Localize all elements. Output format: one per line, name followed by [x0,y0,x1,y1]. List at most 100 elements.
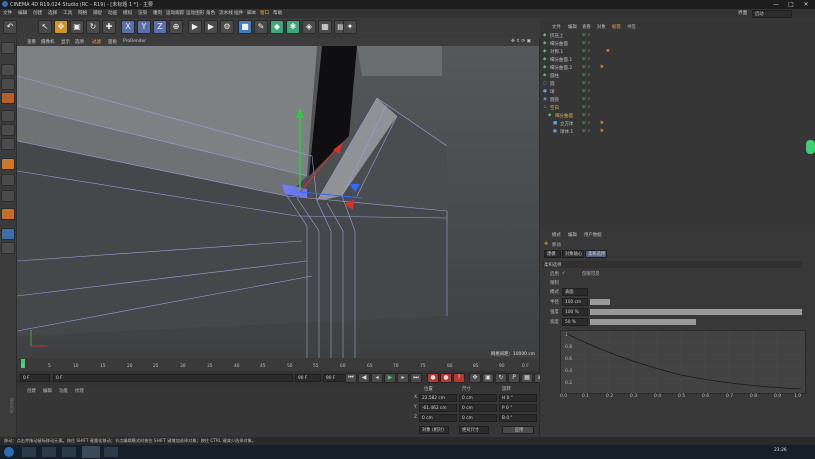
material-menu-edit[interactable]: 编辑 [43,388,52,394]
object-row[interactable]: ◆ 圆柱 ⊙ ✓ [540,73,810,81]
visibility-check-icon[interactable]: ⊙ ✓ [582,33,591,38]
go-start-icon[interactable]: ⏮ [345,373,357,383]
viewport-menu-options[interactable]: 选项 [75,39,84,45]
edges-mode-icon[interactable] [1,124,15,136]
object-row[interactable]: ◉ 圆盘 ⊙ ✓ [540,97,810,105]
recent-tool-icon[interactable]: ✚ [102,20,116,34]
radius-field[interactable]: 100 cm [562,298,588,306]
start-frame-field[interactable]: 0 F [20,374,50,382]
prev-frame-icon[interactable]: ◂ [371,373,383,383]
model-mode-icon[interactable] [1,64,15,76]
menu-create[interactable]: 创建 [33,10,42,16]
visibility-check-icon[interactable]: ⊙ ✓ [582,41,591,46]
autokey-icon[interactable]: ● [440,373,452,383]
position-x-field[interactable]: 22.582 cm [419,394,457,402]
frame-range-slider[interactable]: 0 F [53,374,293,382]
minimize-button[interactable]: — [770,0,782,9]
polygons-mode-icon[interactable] [1,138,15,150]
deformer-icon[interactable]: ◈ [302,20,316,34]
menu-pipeline[interactable]: 流水线 [219,10,233,16]
visibility-check-icon[interactable]: ⊙ ✓ [582,65,591,70]
tag-icon[interactable]: ✱ [600,129,604,134]
strength-slider[interactable] [590,309,802,315]
rotation-h-field[interactable]: H 0 ° [499,394,537,402]
menu-mograph[interactable]: 运动图形 [186,10,204,16]
visibility-check-icon[interactable]: ⊙ ✓ [582,49,591,54]
object-row[interactable]: ⊥ 空白 ⊙ ✓ [540,105,810,113]
width-field[interactable]: 50 % [562,318,588,326]
pen-icon[interactable]: ✎ [254,20,268,34]
render-view-icon[interactable]: ▶ [188,20,202,34]
object-row[interactable]: ○ 圆 ⊙ ✓ [540,81,810,89]
param-key-icon[interactable]: P [508,373,520,383]
strength-field[interactable]: 100 % [562,308,588,316]
keyframe-selection-icon[interactable]: ? [453,373,465,383]
tab-soft-selection[interactable]: 柔和选择 [585,250,607,258]
points-mode-icon[interactable] [1,110,15,122]
menu-help[interactable]: 帮助 [273,10,282,16]
am-menu-userdata[interactable]: 用户数据 [584,232,602,238]
render-picture-viewer-icon[interactable]: ▶ [204,20,218,34]
app-icon[interactable] [104,447,118,457]
x-axis-button[interactable]: X [121,20,135,34]
menu-window[interactable]: 窗口 [260,10,269,16]
am-menu-mode[interactable]: 模式 [552,232,561,238]
visibility-check-icon[interactable]: ⊙ ✓ [582,73,591,78]
rotate-tool-icon[interactable]: ↻ [86,20,100,34]
media-icon[interactable] [62,447,76,457]
cube-icon[interactable]: ■ [238,20,252,34]
tag-icon[interactable]: ✱ [600,121,604,126]
render-settings-icon[interactable]: ⚙ [220,20,234,34]
workplane-icon[interactable] [1,92,15,104]
rotation-key-icon[interactable]: ↻ [495,373,507,383]
viewport-menu-view[interactable]: 查看 [27,39,36,45]
material-menu-create[interactable]: 创建 [27,388,36,394]
menu-mesh[interactable]: 网格 [78,10,87,16]
snap-icon[interactable] [1,190,15,202]
record-icon[interactable]: ● [427,373,439,383]
undo-icon[interactable]: ↶ [3,20,17,34]
viewport-nav-icon[interactable]: ✥ ⇕ ⟳ ▣ [511,39,531,44]
am-menu-edit[interactable]: 编辑 [568,232,577,238]
close-button[interactable]: ✕ [800,0,812,9]
visibility-check-icon[interactable]: ⊙ ✓ [582,57,591,62]
mode-select[interactable]: 表面 [562,288,588,296]
prev-key-icon[interactable]: ◀ [358,373,370,383]
menu-edit[interactable]: 编辑 [18,10,27,16]
om-menu-edit[interactable]: 编辑 [568,24,577,30]
object-row[interactable]: ● 球 ⊙ ✓ [540,89,810,97]
windows-start-icon[interactable] [4,447,14,457]
z-axis-button[interactable]: Z [153,20,167,34]
viewport-menu-camera[interactable]: 摄像机 [41,39,55,45]
object-row[interactable]: ◆ 细分曲面 ⊙ ✓ [540,41,810,49]
select-tool-icon[interactable]: ↖ [38,20,52,34]
browser-icon[interactable] [42,447,56,457]
om-menu-object[interactable]: 对象 [597,24,606,30]
end-frame-field[interactable]: 90 F [295,374,321,382]
size-z-field[interactable]: 0 cm [459,414,497,422]
menu-script[interactable]: 脚本 [247,10,256,16]
tab-modeling[interactable]: 建模 [544,250,561,258]
menu-tools[interactable]: 工具 [63,10,72,16]
subdivision-icon[interactable]: ◆ [270,20,284,34]
scale-key-icon[interactable]: ▣ [482,373,494,383]
y-axis-button[interactable]: Y [137,20,151,34]
viewport-menu-prorender[interactable]: ProRender [123,39,146,44]
go-end-icon[interactable]: ⏭ [410,373,422,383]
om-menu-view[interactable]: 查看 [582,24,591,30]
material-menu-function[interactable]: 功能 [59,388,68,394]
enable-axis-icon[interactable] [1,158,15,170]
rotation-b-field[interactable]: B 0 ° [499,414,537,422]
om-menu-tags[interactable]: 标签 [612,24,621,30]
object-row[interactable]: ◆ 细分曲面.1 ⊙ ✓ [540,57,810,65]
visibility-check-icon[interactable]: ⊙ ✓ [582,113,591,118]
array-icon[interactable]: ✱ [286,20,300,34]
viewport-menu-panel[interactable]: 面板 [108,39,117,45]
tweak-icon[interactable] [1,174,15,186]
tag-icon[interactable]: ✱ [600,65,604,70]
menu-render[interactable]: 渲染 [138,10,147,16]
floor-icon[interactable]: ▦ [318,20,332,34]
rotation-p-field[interactable]: P 0 ° [499,404,537,412]
apply-button[interactable]: 应用 [502,426,534,434]
next-frame-icon[interactable]: ▸ [397,373,409,383]
